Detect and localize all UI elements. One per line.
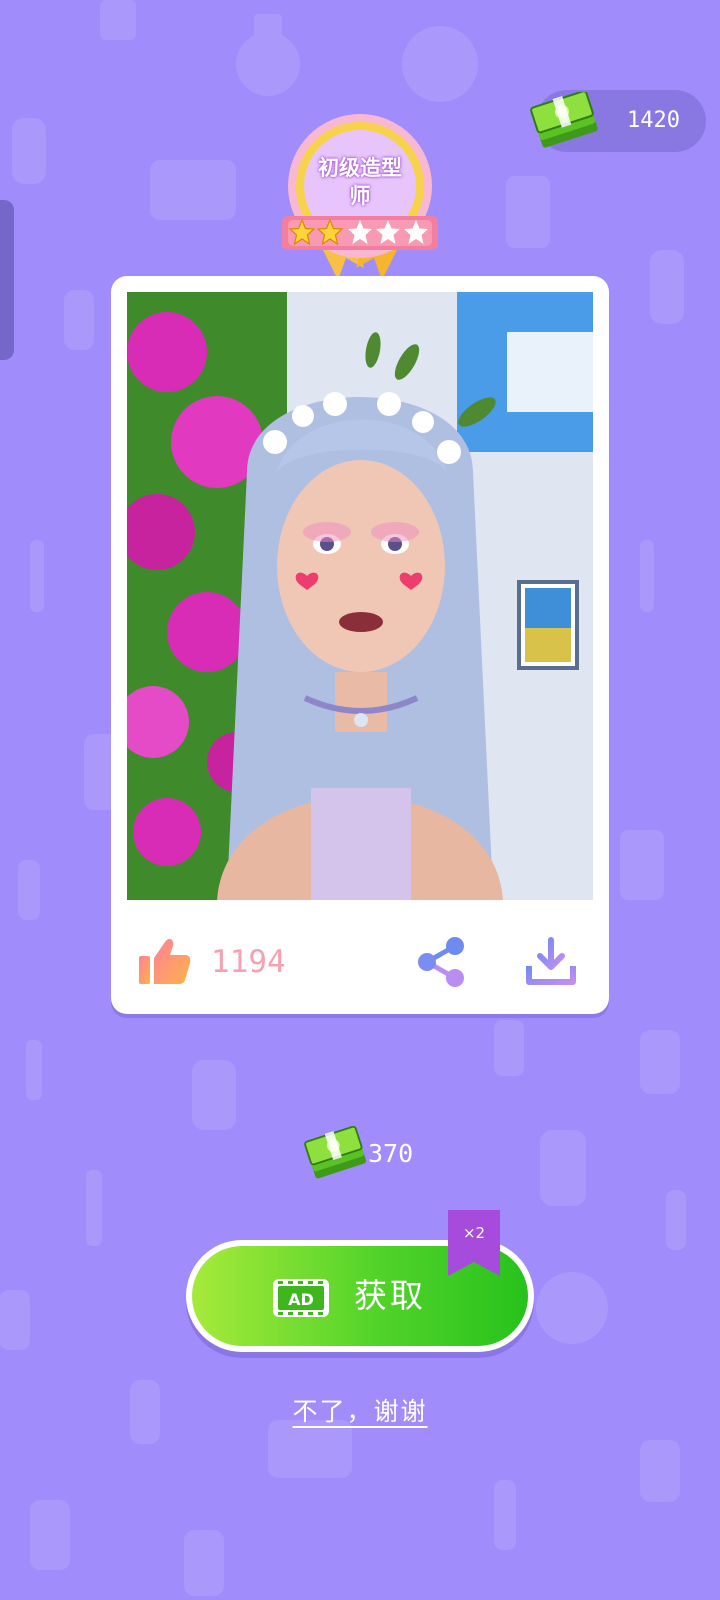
- star-empty-icon: [404, 220, 428, 244]
- money-stack-icon: [530, 92, 598, 148]
- watch-ad-get-button[interactable]: AD 获取 ×2: [186, 1210, 534, 1352]
- thumbs-up-icon[interactable]: [139, 936, 191, 986]
- star-filled-icon: [288, 218, 316, 246]
- star-rating: [288, 218, 428, 246]
- download-icon[interactable]: [524, 936, 578, 988]
- result-card: 1194: [111, 276, 609, 1014]
- avatar-portrait: [127, 292, 593, 900]
- reward-value: 370: [368, 1139, 414, 1168]
- ad-video-icon: AD: [273, 1279, 329, 1317]
- side-drawer-handle[interactable]: [0, 200, 14, 360]
- coin-balance: 1420: [530, 90, 706, 152]
- star-filled-icon: [316, 218, 344, 246]
- ad-label: AD: [288, 1290, 314, 1309]
- reward-amount: 370: [304, 1126, 434, 1188]
- share-icon[interactable]: [415, 936, 467, 988]
- star-empty-icon: [348, 220, 372, 244]
- badge-title: 初级造型师: [318, 156, 402, 208]
- like-count: 1194: [211, 944, 286, 980]
- multiplier-flag-icon: [448, 1210, 500, 1276]
- level-badge: 初级造型师: [282, 112, 438, 288]
- multiplier-label: ×2: [462, 1224, 486, 1242]
- card-action-bar: 1194: [111, 900, 609, 1014]
- money-stack-icon: [304, 1126, 367, 1179]
- no-thanks-link[interactable]: 不了，谢谢: [290, 1392, 430, 1428]
- get-button-label: 获取: [354, 1276, 426, 1315]
- coin-balance-value: 1420: [627, 108, 680, 133]
- star-empty-icon: [376, 220, 400, 244]
- portrait-illustration: [127, 292, 593, 900]
